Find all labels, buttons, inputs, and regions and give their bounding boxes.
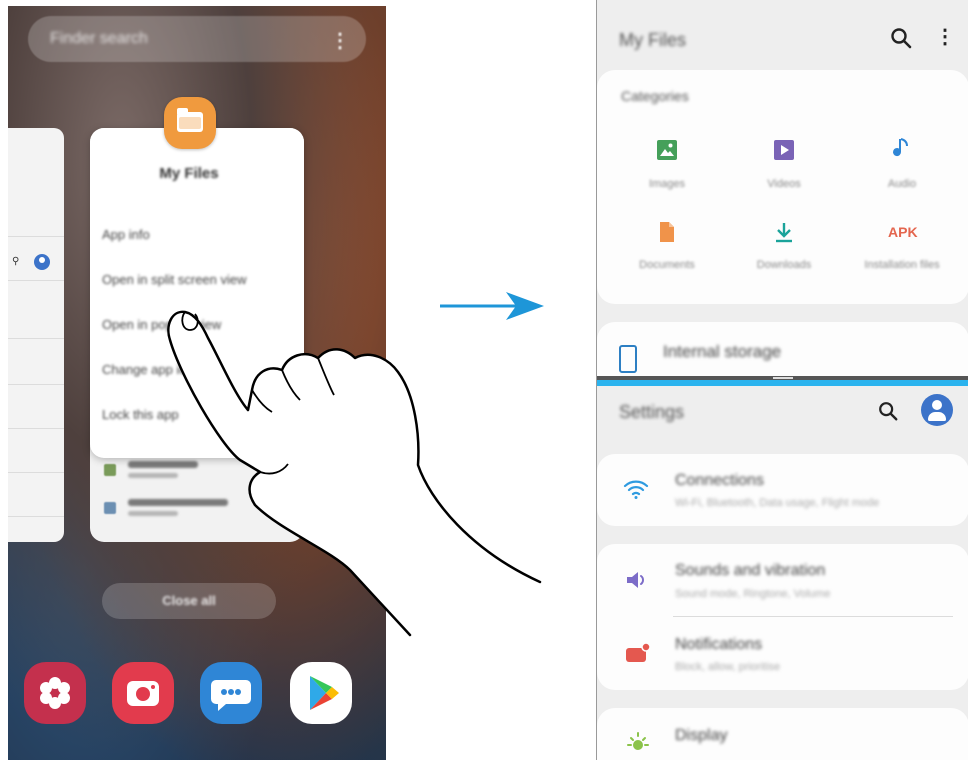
categories-label: Categories: [621, 88, 689, 104]
more-options-icon[interactable]: ⋮: [330, 28, 350, 53]
divider: [8, 236, 64, 237]
camera-icon: [127, 681, 159, 706]
notifications-description: Block, allow, prioritise: [675, 661, 781, 673]
hand-pointer-illustration: [167, 310, 542, 637]
sounds-and-vibration-label[interactable]: Sounds and vibration: [675, 562, 825, 580]
divider: [8, 516, 64, 517]
category-videos-label: Videos: [767, 178, 801, 190]
category-images-label: Images: [648, 178, 686, 190]
app-name-label: My Files: [159, 165, 219, 182]
document-icon[interactable]: [655, 220, 679, 244]
settings-title: Settings: [619, 402, 685, 422]
notification-icon: [626, 642, 651, 662]
finder-search-bar[interactable]: Finder search ⋮: [28, 16, 366, 62]
connections-label: Connections: [675, 472, 764, 489]
settings-item-connections[interactable]: [597, 454, 968, 526]
brightness-icon: [627, 732, 649, 750]
display-label: Display: [675, 727, 728, 744]
chat-bubble-icon: [211, 680, 251, 711]
sounds-and-vibration-description: Sound mode, Ringtone, Volume: [675, 588, 831, 600]
divider: [8, 384, 64, 385]
category-installation-files-label: Installation files: [864, 259, 940, 271]
finder-search-placeholder: Finder search: [50, 30, 148, 47]
phone-storage-icon: [619, 345, 637, 373]
messages-app-icon[interactable]: [200, 662, 262, 724]
settings-item-display[interactable]: [597, 708, 968, 760]
divider: [8, 428, 64, 429]
category-audio-label: Audio: [887, 178, 917, 190]
flower-icon: [40, 677, 70, 709]
account-avatar-icon[interactable]: [921, 394, 953, 426]
avatar: [34, 254, 50, 270]
divider: [8, 472, 64, 473]
split-screen-view: My Files ⋮ Categories Images Videos Audi…: [596, 0, 968, 760]
search-icon: ⚲: [12, 256, 20, 267]
apk-icon[interactable]: APK: [888, 224, 918, 240]
more-options-icon[interactable]: ⋮: [935, 24, 955, 49]
video-icon[interactable]: [772, 138, 796, 162]
internal-storage-card[interactable]: [597, 322, 968, 382]
camera-app-icon[interactable]: [112, 662, 174, 724]
wifi-icon: [623, 480, 649, 499]
gallery-app-icon[interactable]: [24, 662, 86, 724]
search-icon[interactable]: [877, 400, 899, 422]
category-downloads-label: Downloads: [756, 259, 812, 271]
connections-description: Wi-Fi, Bluetooth, Data usage, Flight mod…: [675, 497, 880, 509]
download-icon[interactable]: [772, 220, 796, 244]
my-files-app-icon[interactable]: [164, 97, 216, 149]
menu-item-app-info[interactable]: App info: [102, 227, 150, 242]
folder-icon: [177, 108, 203, 132]
divider: [8, 338, 64, 339]
play-store-app-icon[interactable]: [290, 662, 352, 724]
image-icon[interactable]: [655, 138, 679, 162]
split-divider-handle[interactable]: [773, 377, 793, 379]
play-store-icon: [310, 676, 339, 710]
previous-app-card[interactable]: ⚲: [8, 128, 64, 542]
divider: [673, 616, 953, 617]
divider: [8, 280, 64, 281]
internal-storage-label: Internal storage: [663, 342, 782, 361]
my-files-title: My Files: [619, 30, 686, 50]
music-icon[interactable]: [890, 136, 914, 160]
volume-icon: [627, 572, 644, 588]
menu-item-split-screen[interactable]: Open in split screen view: [102, 272, 247, 287]
arrow-right-icon: [440, 292, 544, 320]
category-documents-label: Documents: [639, 259, 695, 271]
notifications-label[interactable]: Notifications: [675, 636, 762, 654]
split-divider-highlight: [597, 380, 968, 386]
search-icon[interactable]: [889, 26, 913, 50]
